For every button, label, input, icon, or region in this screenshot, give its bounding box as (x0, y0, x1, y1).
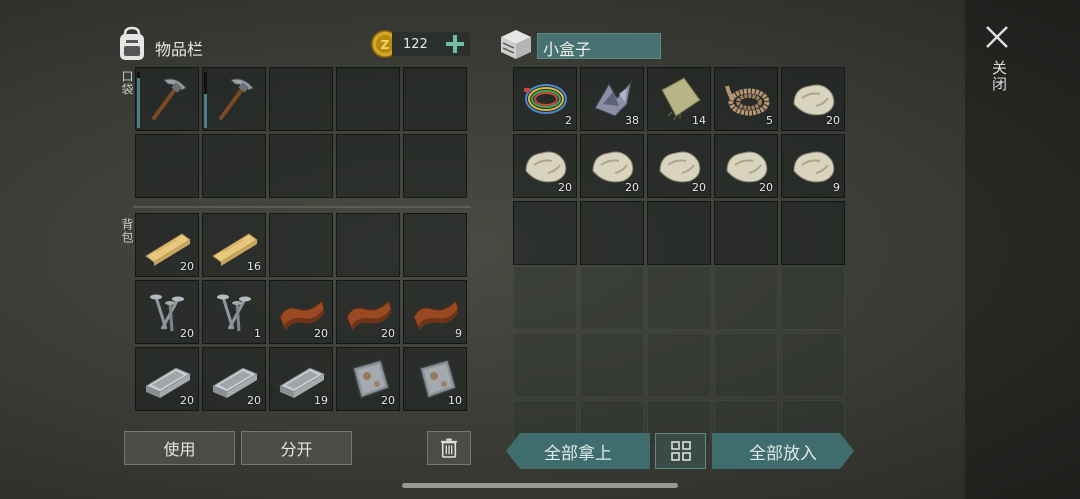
backpack-slot[interactable]: 16 (202, 213, 266, 277)
container-title: 小盒子 (543, 40, 592, 59)
backpack-slot[interactable]: 20 (269, 280, 333, 344)
coin-count: 122 (403, 37, 428, 52)
box-icon (498, 28, 534, 60)
item-count: 10 (448, 394, 462, 407)
item-count: 20 (826, 114, 840, 127)
backpack-slot[interactable]: 20 (135, 213, 199, 277)
pockets-label: 口袋 (120, 70, 134, 96)
pocket-slot[interactable] (202, 134, 266, 198)
container-slot[interactable] (781, 201, 845, 265)
container-slot[interactable]: 20 (513, 134, 577, 198)
put-all-button[interactable]: 全部放入 (712, 433, 854, 469)
container-slot[interactable]: 20 (781, 67, 845, 131)
container-locked-slot (580, 266, 644, 330)
backpack-slot[interactable]: 20 (135, 347, 199, 411)
container-slot[interactable]: 9 (781, 134, 845, 198)
item-count: 20 (381, 327, 395, 340)
container-locked-slot (513, 266, 577, 330)
svg-text:Z: Z (381, 38, 390, 52)
container-locked-slot (781, 333, 845, 397)
item-count: 20 (314, 327, 328, 340)
use-button[interactable]: 使用 (124, 431, 235, 465)
backpack-slot[interactable]: 19 (269, 347, 333, 411)
container-locked-slot (647, 333, 711, 397)
pocket-slot[interactable] (403, 67, 467, 131)
item-count: 16 (247, 260, 261, 273)
side-panel (965, 0, 1080, 499)
item-count: 1 (254, 327, 261, 340)
container-locked-slot (714, 333, 778, 397)
durability-bar (137, 72, 140, 128)
container-slot[interactable]: 20 (580, 134, 644, 198)
container-locked-slot (513, 333, 577, 397)
item-count: 5 (766, 114, 773, 127)
backpack-icon (116, 26, 148, 62)
trash-icon (440, 438, 458, 458)
item-count: 20 (381, 394, 395, 407)
pocket-slot[interactable] (135, 67, 199, 131)
container-slot[interactable]: 2 (513, 67, 577, 131)
item-count: 20 (180, 260, 194, 273)
container-slot[interactable]: 5 (714, 67, 778, 131)
pocket-slot[interactable] (403, 134, 467, 198)
pocket-slot[interactable] (269, 67, 333, 131)
container-slot[interactable]: 38 (580, 67, 644, 131)
grid-icon (670, 441, 691, 461)
backpack-slot[interactable]: 20 (336, 280, 400, 344)
backpack-slot[interactable] (336, 213, 400, 277)
item-count: 20 (759, 181, 773, 194)
container-slot[interactable] (580, 201, 644, 265)
section-divider (133, 206, 471, 208)
backpack-slot[interactable] (403, 213, 467, 277)
pocket-slot[interactable] (202, 67, 266, 131)
container-slot[interactable] (513, 201, 577, 265)
container-slot[interactable] (714, 201, 778, 265)
close-label: 关闭 (990, 60, 1008, 92)
take-all-button[interactable]: 全部拿上 (506, 433, 650, 469)
container-locked-slot (781, 266, 845, 330)
backpack-slot[interactable]: 20 (336, 347, 400, 411)
close-icon (986, 26, 1008, 48)
container-slot[interactable]: 20 (647, 134, 711, 198)
item-count: 20 (180, 394, 194, 407)
item-count: 38 (625, 114, 639, 127)
item-count: 20 (692, 181, 706, 194)
home-indicator (402, 483, 678, 488)
inventory-title: 物品栏 (155, 40, 204, 59)
container-locked-slot (647, 266, 711, 330)
backpack-slot[interactable]: 1 (202, 280, 266, 344)
backpack-slot[interactable] (269, 213, 333, 277)
add-coins-button[interactable] (444, 33, 466, 55)
backpack-slot[interactable]: 9 (403, 280, 467, 344)
container-slot[interactable] (647, 201, 711, 265)
item-count: 19 (314, 394, 328, 407)
pocket-slot[interactable] (269, 134, 333, 198)
plus-icon (446, 35, 464, 53)
trash-button[interactable] (427, 431, 471, 465)
sort-button[interactable] (655, 433, 706, 469)
pocket-slot[interactable] (135, 134, 199, 198)
pocket-slot[interactable] (336, 134, 400, 198)
backpack-slot[interactable]: 20 (135, 280, 199, 344)
item-count: 2 (565, 114, 572, 127)
item-count: 9 (455, 327, 462, 340)
backpack-slot[interactable]: 10 (403, 347, 467, 411)
container-locked-slot (580, 333, 644, 397)
item-count: 20 (558, 181, 572, 194)
container-slot[interactable]: 14 (647, 67, 711, 131)
item-count: 20 (247, 394, 261, 407)
item-count: 14 (692, 114, 706, 127)
item-count: 20 (180, 327, 194, 340)
container-slot[interactable]: 20 (714, 134, 778, 198)
backpack-label: 背包 (120, 218, 134, 244)
split-button[interactable]: 分开 (241, 431, 352, 465)
backpack-slot[interactable]: 20 (202, 347, 266, 411)
durability-bar (204, 72, 207, 128)
container-locked-slot (714, 266, 778, 330)
close-button[interactable] (984, 24, 1010, 50)
pocket-slot[interactable] (336, 67, 400, 131)
item-count: 9 (833, 181, 840, 194)
item-count: 20 (625, 181, 639, 194)
